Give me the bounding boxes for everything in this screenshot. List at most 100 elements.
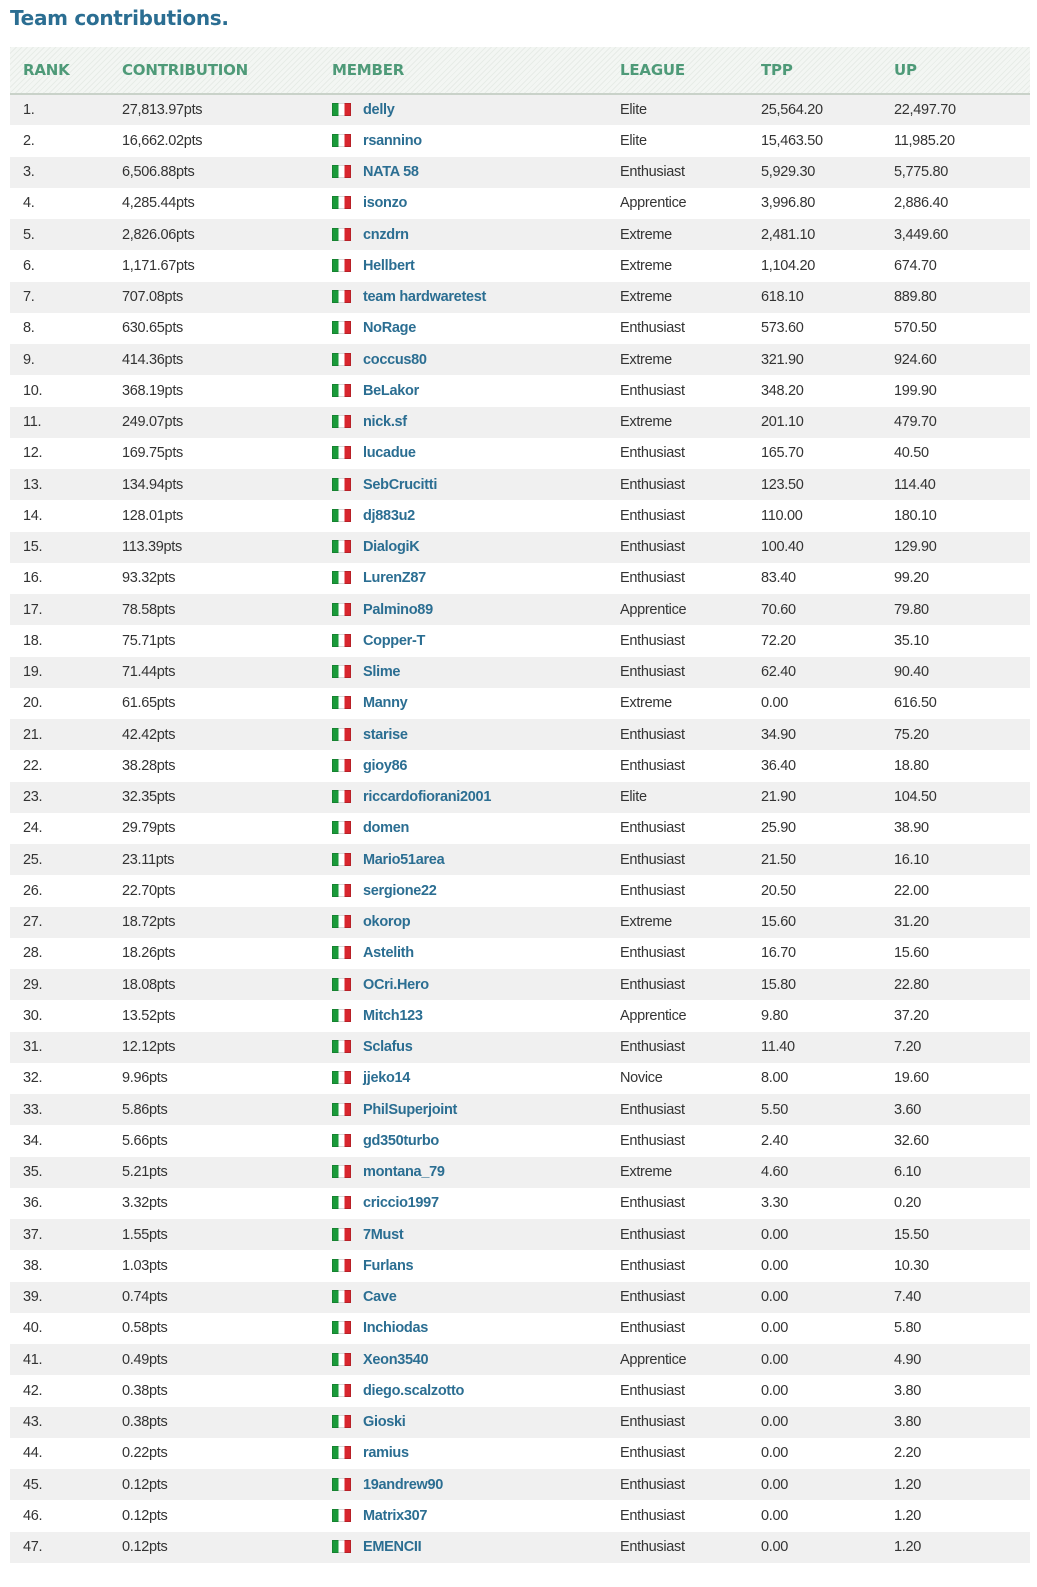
italy-flag-icon [332, 165, 351, 179]
member-link[interactable]: gioy86 [363, 758, 407, 774]
up-cell: 104.50 [894, 789, 937, 806]
member-link[interactable]: Hellbert [363, 258, 415, 274]
up-cell: 0.20 [894, 1195, 922, 1212]
member-link[interactable]: Xeon3540 [363, 1352, 429, 1368]
up-cell: 38.90 [894, 820, 929, 837]
member-link[interactable]: BeLakor [363, 383, 419, 399]
column-header-up[interactable]: UP [894, 47, 1030, 94]
italy-flag-icon [332, 1290, 351, 1304]
member-cell: Mario51area [332, 844, 620, 875]
member-link[interactable]: lucadue [363, 445, 416, 461]
member-cell: Inchiodas [332, 1313, 620, 1344]
member-link[interactable]: Inchiodas [363, 1320, 428, 1336]
member-cell: team hardwaretest [332, 282, 620, 313]
column-header-tpp[interactable]: TPP [761, 47, 894, 94]
member-link[interactable]: Mario51area [363, 852, 445, 868]
member-link[interactable]: coccus80 [363, 352, 427, 368]
member-link[interactable]: starise [363, 727, 408, 743]
member-link[interactable]: LurenZ87 [363, 570, 426, 586]
member-link[interactable]: criccio1997 [363, 1195, 439, 1211]
member-link[interactable]: NoRage [363, 320, 416, 336]
member-link[interactable]: DialogiK [363, 539, 420, 555]
member-link[interactable]: ramius [363, 1445, 409, 1461]
member-link[interactable]: EMENCII [363, 1539, 422, 1555]
member-link[interactable]: Matrix307 [363, 1508, 428, 1524]
member-link[interactable]: Furlans [363, 1258, 414, 1274]
member-cell: SebCrucitti [332, 469, 620, 500]
rank-cell: 37. [23, 1226, 43, 1243]
tpp-cell: 0.00 [761, 1414, 789, 1431]
column-header-league[interactable]: LEAGUE [620, 47, 761, 94]
member-link[interactable]: domen [363, 820, 409, 836]
member-link[interactable]: NATA 58 [363, 164, 419, 180]
member-link[interactable]: diego.scalzotto [363, 1383, 464, 1399]
member-link[interactable]: okorop [363, 914, 411, 930]
member-cell: Manny [332, 688, 620, 719]
member-link[interactable]: delly [363, 102, 395, 118]
member-link[interactable]: PhilSuperjoint [363, 1102, 457, 1118]
up-cell: 75.20 [894, 726, 929, 743]
member-link[interactable]: cnzdrn [363, 227, 409, 243]
member-link[interactable]: Palmino89 [363, 602, 433, 618]
member-link[interactable]: sergione22 [363, 883, 437, 899]
member-link[interactable]: gd350turbo [363, 1133, 439, 1149]
table-row: 42. 0.38pts diego.scalzotto Enthusiast 0.00 3… [10, 1375, 1030, 1407]
member-link[interactable]: dj883u2 [363, 508, 415, 524]
member-cell: Copper-T [332, 625, 620, 656]
member-link[interactable]: Cave [363, 1289, 397, 1305]
table-row: 33. 5.86pts PhilSuperjoint Enthusiast 5.50 3.… [10, 1094, 1030, 1126]
italy-flag-icon [332, 383, 351, 397]
league-cell: Elite [620, 789, 647, 806]
rank-cell: 16. [23, 570, 43, 587]
up-cell: 15.50 [894, 1226, 929, 1243]
tpp-cell: 573.60 [761, 320, 804, 337]
contributions-table: RANK CONTRIBUTION MEMBER LEAGUE TPP UP 1… [10, 47, 1030, 1563]
member-link[interactable]: Astelith [363, 945, 414, 961]
up-cell: 79.80 [894, 601, 929, 618]
column-header-member[interactable]: MEMBER [332, 47, 620, 94]
member-link[interactable]: rsannino [363, 133, 422, 149]
league-cell: Apprentice [620, 1007, 687, 1024]
table-row: 7. 707.08pts team hardwaretest Extreme 618.1… [10, 281, 1030, 313]
member-link[interactable]: 19andrew90 [363, 1477, 443, 1493]
member-cell: domen [332, 813, 620, 844]
member-link[interactable]: Slime [363, 664, 400, 680]
up-cell: 924.60 [894, 351, 937, 368]
member-link[interactable]: riccardofiorani2001 [363, 789, 491, 805]
tpp-cell: 1,104.20 [761, 257, 816, 274]
tpp-cell: 618.10 [761, 289, 804, 306]
contribution-cell: 0.74pts [122, 1289, 168, 1306]
member-link[interactable]: Mitch123 [363, 1008, 423, 1024]
table-row: 21. 42.42pts starise Enthusiast 34.90 75.20 [10, 719, 1030, 751]
table-row: 45. 0.12pts 19andrew90 Enthusiast 0.00 1.20 [10, 1469, 1030, 1501]
member-link[interactable]: team hardwaretest [363, 289, 486, 305]
member-link[interactable]: nick.sf [363, 414, 407, 430]
up-cell: 889.80 [894, 289, 937, 306]
column-header-contribution[interactable]: CONTRIBUTION [122, 47, 332, 94]
rank-cell: 23. [23, 789, 43, 806]
member-link[interactable]: 7Must [363, 1227, 404, 1243]
member-link[interactable]: jjeko14 [363, 1070, 410, 1086]
league-cell: Enthusiast [620, 1445, 685, 1462]
tpp-cell: 3,996.80 [761, 195, 816, 212]
member-link[interactable]: Sclafus [363, 1039, 413, 1055]
member-link[interactable]: isonzo [363, 195, 407, 211]
league-cell: Enthusiast [620, 726, 685, 743]
contribution-cell: 630.65pts [122, 320, 183, 337]
member-link[interactable]: Manny [363, 695, 408, 711]
member-link[interactable]: OCri.Hero [363, 977, 429, 993]
tpp-cell: 4.60 [761, 1164, 789, 1181]
member-link[interactable]: Copper-T [363, 633, 425, 649]
column-header-rank[interactable]: RANK [10, 47, 122, 94]
page-title: Team contributions. [10, 6, 229, 30]
league-cell: Novice [620, 1070, 663, 1087]
italy-flag-icon [332, 103, 351, 117]
league-cell: Enthusiast [620, 382, 685, 399]
italy-flag-icon [332, 852, 351, 866]
member-link[interactable]: SebCrucitti [363, 477, 437, 493]
header-row: RANK CONTRIBUTION MEMBER LEAGUE TPP UP [10, 47, 1030, 94]
member-link[interactable]: montana_79 [363, 1164, 445, 1180]
member-cell: criccio1997 [332, 1188, 620, 1219]
rank-cell: 10. [23, 382, 43, 399]
member-link[interactable]: Gioski [363, 1414, 406, 1430]
